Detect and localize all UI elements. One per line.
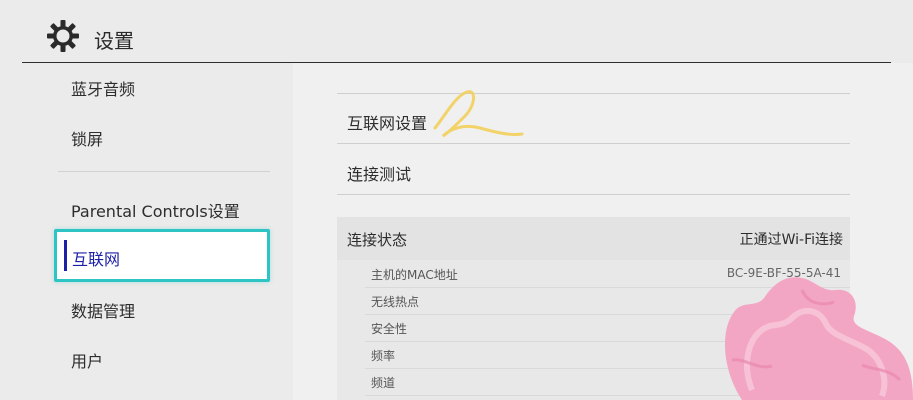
sidebar-item-internet[interactable]: 互联网 — [54, 229, 270, 282]
row-divider — [337, 93, 850, 94]
sidebar-divider — [58, 171, 270, 172]
connection-status-value: 正通过Wi-Fi连接 — [739, 232, 843, 248]
connection-test-row[interactable]: 连接测试 — [347, 161, 411, 185]
row-divider — [337, 143, 850, 144]
sidebar-item-data-management[interactable]: 数据管理 — [71, 298, 135, 322]
sidebar-item-parental-controls[interactable]: Parental Controls设置 — [71, 198, 240, 222]
header: 设置 — [0, 0, 913, 62]
mac-address-label: 主机的MAC地址 — [371, 268, 458, 282]
sidebar-item-lock-screen[interactable]: 锁屏 — [71, 126, 103, 150]
connection-status-label: 连接状态 — [347, 231, 408, 249]
security-label: 安全性 — [371, 322, 408, 336]
internet-settings-row[interactable]: 互联网设置 — [347, 110, 427, 134]
page-title: 设置 — [94, 29, 134, 53]
selection-indicator — [64, 240, 67, 271]
channel-label: 频道 — [371, 376, 396, 390]
access-point-label: 无线热点 — [371, 295, 420, 309]
sidebar-item-label: 互联网 — [72, 250, 121, 269]
row-divider — [337, 194, 850, 195]
gear-icon — [47, 20, 79, 52]
sidebar-item-users[interactable]: 用户 — [71, 348, 103, 372]
frequency-label: 频率 — [371, 349, 396, 363]
yellow-scribble-decoration — [433, 90, 524, 138]
sidebar-item-bluetooth-audio[interactable]: 蓝牙音频 — [71, 76, 135, 100]
pink-sticker-decoration — [724, 277, 913, 400]
